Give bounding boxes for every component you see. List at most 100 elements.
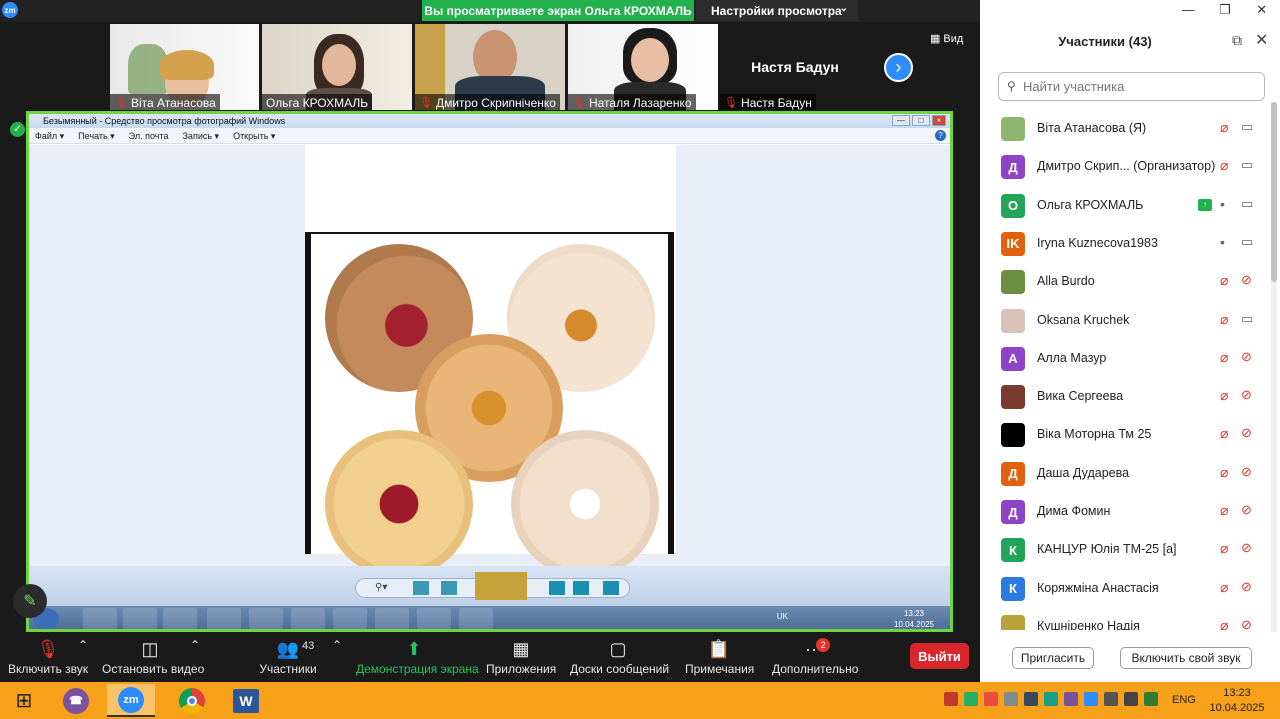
participant-row[interactable]: А Алла Мазур ⌀ ⊘ xyxy=(980,340,1270,378)
video-options-caret[interactable]: ⌃ xyxy=(190,638,200,652)
participant-row[interactable]: О Ольга КРОХМАЛЬ ↑ • ▭ xyxy=(980,187,1270,225)
camera-off-icon[interactable]: ⊘ xyxy=(1241,617,1252,630)
menu-burn[interactable]: Запись ▾ xyxy=(183,128,220,143)
chrome-icon[interactable] xyxy=(168,684,216,717)
participant-list-scrollbar[interactable] xyxy=(1271,102,1277,632)
participant-row[interactable]: К КАНЦУР Юлія ТМ-25 [а] ⌀ ⊘ xyxy=(980,531,1270,569)
participant-row[interactable]: Д Дмитро Скрип... (Организатор) ⌀ ▭ xyxy=(980,148,1270,186)
ie-icon[interactable] xyxy=(83,608,117,629)
mic-icon[interactable]: • xyxy=(1220,234,1225,250)
security-icon[interactable] xyxy=(1144,692,1158,706)
video-tile[interactable]: 🎙 Дмитро Скрипніченко xyxy=(415,24,565,110)
participant-row[interactable]: Alla Burdo ⌀ ⊘ xyxy=(980,263,1270,301)
leave-button[interactable]: Выйти xyxy=(910,643,969,669)
menu-file[interactable]: Файл ▾ xyxy=(35,128,64,143)
mic-muted-icon[interactable]: ⌀ xyxy=(1220,119,1228,136)
search-input[interactable]: ⚲ Найти участника xyxy=(998,72,1265,101)
viber-icon[interactable]: ☎ xyxy=(52,684,100,717)
mic-muted-icon[interactable]: ⌀ xyxy=(1220,502,1228,519)
mic-muted-icon[interactable]: ⌀ xyxy=(1220,579,1228,596)
participants-button[interactable]: 👥 43 Участники xyxy=(258,638,318,676)
participant-row[interactable]: Д Даша Дударева ⌀ ⊘ xyxy=(980,455,1270,493)
tray-language[interactable]: ENG xyxy=(1172,694,1196,706)
mic-muted-icon[interactable]: ⌀ xyxy=(1220,311,1228,328)
camera-off-icon[interactable]: ⊘ xyxy=(1241,387,1252,403)
close-icon[interactable]: ✕ xyxy=(1255,30,1268,50)
help-icon[interactable]: ? xyxy=(935,130,946,141)
tray-clock[interactable]: 13:23 10.04.2025 xyxy=(1207,686,1267,716)
word-icon[interactable]: W xyxy=(222,684,270,717)
camera-off-icon[interactable]: ⊘ xyxy=(1241,425,1252,441)
participant-row[interactable]: Вика Сергеева ⌀ ⊘ xyxy=(980,378,1270,416)
chrome-icon[interactable] xyxy=(291,608,325,629)
rotate-right-icon[interactable] xyxy=(573,581,589,595)
participant-row[interactable]: Віта Атанасова (Я) ⌀ ▭ xyxy=(980,110,1270,148)
excel-icon[interactable] xyxy=(375,608,409,629)
tray-icon[interactable] xyxy=(1064,692,1078,706)
video-tile[interactable]: 🎙 Віта Атанасова xyxy=(110,24,259,110)
popout-icon[interactable]: ⧉ xyxy=(1232,32,1242,49)
camera-icon[interactable]: ▭ xyxy=(1241,234,1253,250)
mic-muted-icon[interactable]: ⌀ xyxy=(1220,157,1228,174)
camera-off-icon[interactable]: ⊘ xyxy=(1241,502,1252,518)
camera-off-icon[interactable]: ⊘ xyxy=(1241,540,1252,556)
tray-icon[interactable] xyxy=(984,692,998,706)
delete-icon[interactable] xyxy=(603,581,619,595)
zoom-app-icon[interactable] xyxy=(417,608,451,629)
mic-muted-icon[interactable]: ⌀ xyxy=(1220,349,1228,366)
network-icon[interactable] xyxy=(333,608,367,629)
wifi-icon[interactable] xyxy=(1104,692,1118,706)
slideshow-icon[interactable] xyxy=(475,572,527,600)
windows-start-icon[interactable]: ⊞ xyxy=(0,684,48,717)
participants-options-caret[interactable]: ⌃ xyxy=(332,638,342,652)
view-button[interactable]: ▦ Вид xyxy=(930,32,963,46)
invite-button[interactable]: Пригласить xyxy=(1012,647,1094,669)
participant-row[interactable]: Кушніренко Надія ⌀ ⊘ xyxy=(980,608,1270,630)
menu-print[interactable]: Печать ▾ xyxy=(78,128,115,143)
rotate-left-icon[interactable] xyxy=(549,581,565,595)
mic-muted-icon[interactable]: ⌀ xyxy=(1220,272,1228,289)
video-tile[interactable]: 🎙 Наталя Лазаренко xyxy=(568,24,718,110)
zoom-taskbar-icon[interactable]: zm xyxy=(107,684,155,717)
tray-icon[interactable] xyxy=(944,692,958,706)
view-settings-button[interactable]: Настройки просмотра ⌄ xyxy=(696,0,858,21)
tray-icon[interactable] xyxy=(1024,692,1038,706)
minimize-icon[interactable]: — xyxy=(1170,0,1207,22)
mic-icon[interactable]: • xyxy=(1220,196,1225,212)
maximize-icon[interactable]: □ xyxy=(912,115,930,126)
mic-muted-icon[interactable]: ⌀ xyxy=(1220,617,1228,630)
tray-icon[interactable] xyxy=(964,692,978,706)
save-icon[interactable] xyxy=(207,608,241,629)
camera-off-icon[interactable]: ⊘ xyxy=(1241,349,1252,365)
menu-email[interactable]: Эл. почта xyxy=(129,128,169,143)
menu-open[interactable]: Открыть ▾ xyxy=(233,128,275,143)
stop-video-button[interactable]: ◫ Остановить видео xyxy=(102,638,204,676)
camera-icon[interactable]: ▭ xyxy=(1241,311,1253,327)
tray-icon[interactable] xyxy=(1044,692,1058,706)
minimize-icon[interactable]: — xyxy=(892,115,910,126)
participant-row[interactable]: Віка Моторна Тм 25 ⌀ ⊘ xyxy=(980,416,1270,454)
unmute-button[interactable]: 🎙 Включить звук xyxy=(8,638,88,676)
camera-icon[interactable]: ▭ xyxy=(1241,157,1253,173)
camera-icon[interactable]: ▭ xyxy=(1241,196,1253,212)
participant-row[interactable]: IK Iryna Kuznecova1983 • ▭ xyxy=(980,225,1270,263)
video-tile[interactable]: Ольга КРОХМАЛЬ xyxy=(262,24,412,110)
notes-button[interactable]: 📋 Примечания xyxy=(685,638,754,676)
participant-row[interactable]: Oksana Kruchek ⌀ ▭ xyxy=(980,302,1270,340)
camera-off-icon[interactable]: ⊘ xyxy=(1241,464,1252,480)
next-page-icon[interactable]: › xyxy=(884,53,913,82)
participant-row[interactable]: К Коряжміна Анастасія ⌀ ⊘ xyxy=(980,570,1270,608)
participant-row[interactable]: Д Дима Фомин ⌀ ⊘ xyxy=(980,493,1270,531)
mic-muted-icon[interactable]: ⌀ xyxy=(1220,387,1228,404)
share-screen-button[interactable]: ⬆ Демонстрация экрана xyxy=(356,638,479,676)
tray-icon[interactable] xyxy=(1084,692,1098,706)
annotate-pen-icon[interactable]: ✎ xyxy=(13,584,47,618)
close-icon[interactable]: × xyxy=(932,115,946,126)
close-window-icon[interactable]: ✕ xyxy=(1243,0,1280,22)
mic-muted-icon[interactable]: ⌀ xyxy=(1220,464,1228,481)
folder-icon[interactable] xyxy=(123,608,157,629)
unmute-self-button[interactable]: Включить свой звук xyxy=(1120,647,1252,669)
fit-icon[interactable] xyxy=(441,581,457,595)
speaker-icon[interactable] xyxy=(1124,692,1138,706)
previous-icon[interactable] xyxy=(413,581,429,595)
